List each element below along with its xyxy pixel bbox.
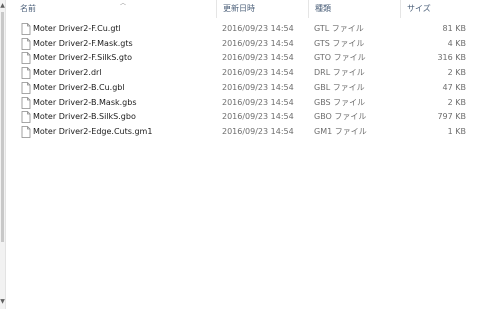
column-header-date-label: 更新日時 [223,4,255,13]
file-row[interactable]: Moter Driver2-Edge.Cuts.gm1 2016/09/23 1… [6,125,471,139]
file-name: Moter Driver2-B.SilkS.gbo [33,112,136,122]
file-row[interactable]: Moter Driver2-B.Mask.gbs 2016/09/23 14:5… [6,96,471,110]
column-header-type-label: 種類 [315,4,331,13]
file-date: 2016/09/23 14:54 [222,53,294,63]
file-row[interactable]: Moter Driver2-F.Cu.gtl 2016/09/23 14:54 … [6,22,471,36]
file-date: 2016/09/23 14:54 [222,126,294,136]
scroll-down-arrow-icon[interactable]: ▼ [0,299,5,305]
generic-file-icon [21,125,31,138]
column-header-row: 名前 ︿ 更新日時 種類 サイズ [6,0,480,18]
file-size: 81 KB [442,24,466,33]
file-size: 1 KB [447,126,466,136]
file-type: GTO ファイル [314,53,366,63]
file-type: GTL ファイル [314,24,364,33]
file-date: 2016/09/23 14:54 [222,112,294,122]
file-type: GBS ファイル [314,97,366,107]
file-date: 2016/09/23 14:54 [222,82,294,92]
file-row[interactable]: Moter Driver2.drl 2016/09/23 14:54 DRL フ… [6,66,471,80]
file-date: 2016/09/23 14:54 [222,68,294,78]
file-type: GM1 ファイル [314,126,367,136]
file-name: Moter Driver2-F.SilkS.gto [33,53,133,63]
file-name: Moter Driver2-F.Cu.gtl [33,24,121,33]
scrollbar-thumb[interactable] [1,12,4,242]
scroll-up-arrow-icon[interactable]: ▲ [0,3,5,9]
file-date: 2016/09/23 14:54 [222,24,294,33]
column-header-date[interactable]: 更新日時 [216,0,308,18]
file-size: 797 KB [437,112,466,122]
generic-file-icon [21,81,31,94]
generic-file-icon [21,111,31,124]
generic-file-icon [21,67,31,79]
file-type: GBL ファイル [314,82,365,92]
generic-file-icon [21,37,31,50]
file-row[interactable]: Moter Driver2-B.SilkS.gbo 2016/09/23 14:… [6,110,471,124]
file-size: 47 KB [442,82,466,92]
file-row[interactable]: Moter Driver2-B.Cu.gbl 2016/09/23 14:54 … [6,81,471,95]
file-date: 2016/09/23 14:54 [222,97,294,107]
column-header-name[interactable]: 名前 [14,0,216,18]
column-header-name-label: 名前 [20,4,36,13]
file-name: Moter Driver2-Edge.Cuts.gm1 [33,126,153,136]
file-type: DRL ファイル [314,68,365,78]
generic-file-icon [21,52,31,65]
file-type: GBO ファイル [314,112,367,122]
file-size: 2 KB [447,68,466,78]
generic-file-icon [21,23,31,35]
file-name: Moter Driver2-B.Mask.gbs [33,97,137,107]
file-name: Moter Driver2.drl [33,68,102,78]
file-row[interactable]: Moter Driver2-F.SilkS.gto 2016/09/23 14:… [6,51,471,65]
column-header-size-label: サイズ [407,4,431,13]
file-type: GTS ファイル [314,38,365,48]
file-name: Moter Driver2-B.Cu.gbl [33,82,125,92]
file-size: 4 KB [447,38,466,48]
file-name: Moter Driver2-F.Mask.gts [33,38,133,48]
file-date: 2016/09/23 14:54 [222,38,294,48]
sort-ascending-icon: ︿ [120,0,127,7]
file-row[interactable]: Moter Driver2-F.Mask.gts 2016/09/23 14:5… [6,37,471,51]
column-header-type[interactable]: 種類 [308,0,400,18]
file-size: 2 KB [447,97,466,107]
generic-file-icon [21,96,31,109]
column-header-size[interactable]: サイズ [400,0,466,18]
file-size: 316 KB [437,53,466,63]
